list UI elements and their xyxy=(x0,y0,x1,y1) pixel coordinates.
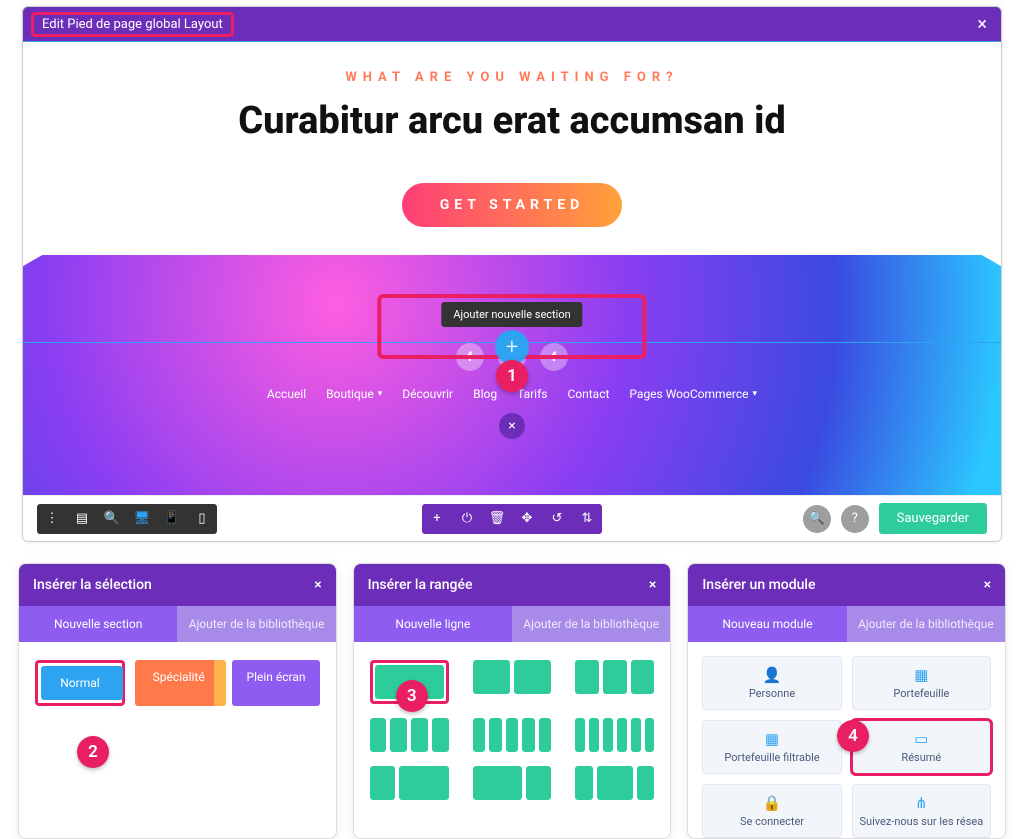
insert-section-modal: Insérer la sélection × Nouvelle section … xyxy=(18,563,337,839)
tab-new-section[interactable]: Nouvelle section xyxy=(19,606,177,642)
chevron-down-icon: ▾ xyxy=(378,389,383,399)
row-3col[interactable] xyxy=(575,660,654,694)
normal-section-button[interactable]: Normal xyxy=(41,666,119,700)
tab-from-library[interactable]: Ajouter de la bibliothèque xyxy=(512,606,670,642)
title-bar: Edit Pied de page global Layout × xyxy=(23,7,1001,41)
phone-icon[interactable]: ▯ xyxy=(187,504,217,534)
module-blurb[interactable]: ▭Résumé xyxy=(852,720,991,774)
step-badge-4: 4 xyxy=(837,720,869,752)
nav-pages-woo[interactable]: Pages WooCommerce▾ xyxy=(629,387,757,401)
row-1-2col[interactable] xyxy=(370,766,449,800)
close-icon[interactable]: × xyxy=(984,577,991,593)
module-login[interactable]: 🔒Se connecter xyxy=(702,784,841,838)
specialty-section-button[interactable]: Spécialité xyxy=(135,660,222,706)
help-button[interactable]: ? xyxy=(841,505,869,533)
gear-icon[interactable]: ✥ xyxy=(512,504,542,534)
collapse-icon[interactable]: × xyxy=(499,413,525,439)
module-person[interactable]: 👤Personne xyxy=(702,656,841,710)
chevron-down-icon: ▾ xyxy=(753,389,758,399)
modal-title: Insérer la sélection xyxy=(33,577,152,593)
lock-icon: 🔒 xyxy=(763,794,782,812)
sort-icon[interactable]: ⇅ xyxy=(572,504,602,534)
tab-from-library[interactable]: Ajouter de la bibliothèque xyxy=(177,606,335,642)
tab-new-row[interactable]: Nouvelle ligne xyxy=(354,606,512,642)
row-4col[interactable] xyxy=(370,718,449,752)
nav-decouvrir[interactable]: Découvrir xyxy=(402,387,453,401)
grid-icon: ▦ xyxy=(765,730,779,748)
cta-button[interactable]: GET STARTED xyxy=(402,183,623,227)
nav-accueil[interactable]: Accueil xyxy=(267,387,306,401)
grid-icon: ▦ xyxy=(914,666,928,684)
module-portfolio[interactable]: ▦Portefeuille xyxy=(852,656,991,710)
page-title: Edit Pied de page global Layout xyxy=(31,12,234,37)
add-section-button[interactable]: + xyxy=(495,330,529,364)
nav-boutique[interactable]: Boutique▾ xyxy=(326,387,382,401)
module-social-follow[interactable]: ⋔Suivez-nous sur les résea xyxy=(852,784,991,838)
row-2-1col[interactable] xyxy=(473,766,552,800)
step-badge-1: 1 xyxy=(496,360,528,392)
row-2col[interactable] xyxy=(473,660,552,694)
close-icon[interactable]: × xyxy=(314,577,321,593)
bottom-bar: ⋮ ▤ 🔍 🖥 📱 ▯ + ⏻ 🗑 ✥ ↺ ⇅ 🔍 ? Sauvegarder xyxy=(23,495,1001,541)
nav-tarifs[interactable]: Tarifs xyxy=(517,387,547,401)
nav-blog[interactable]: Blog xyxy=(473,387,497,401)
close-icon[interactable]: × xyxy=(649,577,656,593)
add-section-tooltip: Ajouter nouvelle section xyxy=(441,302,582,327)
search-button[interactable]: 🔍 xyxy=(803,505,831,533)
modal-title: Insérer un module xyxy=(702,577,815,593)
insert-module-modal: Insérer un module × Nouveau module Ajout… xyxy=(687,563,1006,839)
close-icon[interactable]: × xyxy=(977,14,987,35)
desktop-icon[interactable]: 🖥 xyxy=(127,504,157,534)
row-1-2-1col[interactable] xyxy=(575,766,654,800)
eyebrow-text: WHAT ARE YOU WAITING FOR? xyxy=(23,70,1001,85)
add-icon[interactable]: + xyxy=(422,504,452,534)
row-6col[interactable] xyxy=(575,718,654,752)
tablet-icon[interactable]: 📱 xyxy=(157,504,187,534)
history-icon[interactable]: ↺ xyxy=(542,504,572,534)
zoom-icon[interactable]: 🔍 xyxy=(97,504,127,534)
person-icon: 👤 xyxy=(763,666,782,684)
row-5col[interactable] xyxy=(473,718,552,752)
card-icon: ▭ xyxy=(914,730,928,748)
modal-title: Insérer la rangée xyxy=(368,577,473,593)
normal-highlight: Normal xyxy=(35,660,125,706)
page-tools: + ⏻ 🗑 ✥ ↺ ⇅ xyxy=(422,504,602,534)
tab-from-library[interactable]: Ajouter de la bibliothèque xyxy=(847,606,1005,642)
view-tools: ⋮ ▤ 🔍 🖥 📱 ▯ xyxy=(37,504,217,534)
wireframe-icon[interactable]: ▤ xyxy=(67,504,97,534)
tab-new-module[interactable]: Nouveau module xyxy=(688,606,846,642)
step-badge-2: 2 xyxy=(77,736,109,768)
fullwidth-section-button[interactable]: Plein écran xyxy=(232,660,319,706)
insert-row-modal: Insérer la rangée × Nouvelle ligne Ajout… xyxy=(353,563,672,839)
module-filterable-portfolio[interactable]: ▦Portefeuille filtrable xyxy=(702,720,841,774)
menu-icon[interactable]: ⋮ xyxy=(37,504,67,534)
step-badge-3: 3 xyxy=(396,680,428,712)
share-icon: ⋔ xyxy=(915,794,928,812)
nav-contact[interactable]: Contact xyxy=(567,387,609,401)
editor-frame: Edit Pied de page global Layout × + ✥ ◧ … xyxy=(22,6,1002,542)
headline-text: Curabitur arcu erat accumsan id xyxy=(23,99,1001,143)
power-icon[interactable]: ⏻ xyxy=(452,504,482,534)
trash-icon[interactable]: 🗑 xyxy=(482,504,512,534)
canvas[interactable]: WHAT ARE YOU WAITING FOR? Curabitur arcu… xyxy=(23,41,1001,495)
save-button[interactable]: Sauvegarder xyxy=(879,503,987,534)
